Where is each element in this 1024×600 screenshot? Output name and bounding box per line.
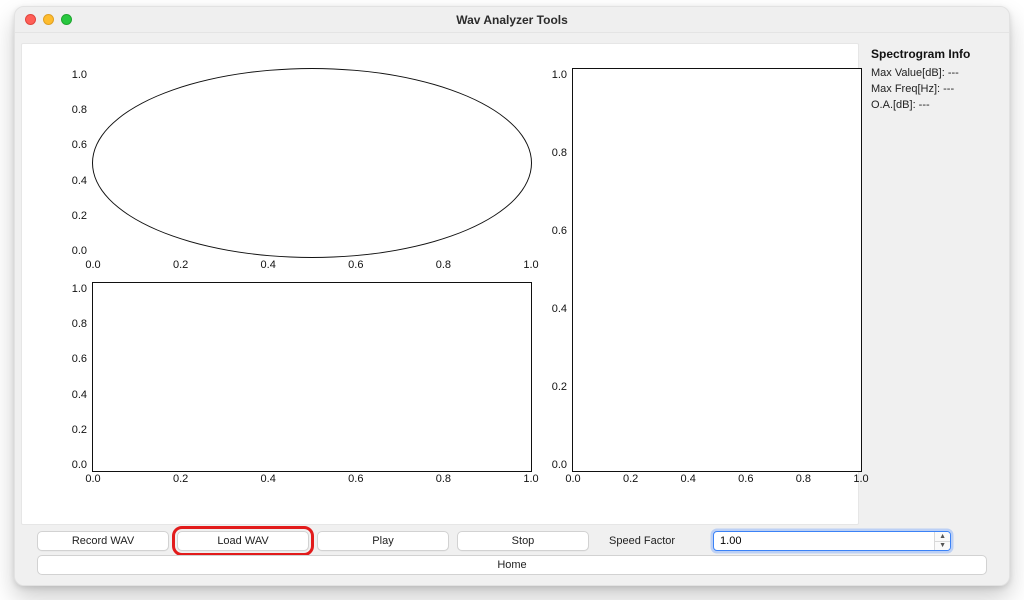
xtick-label: 0.8 — [436, 473, 451, 485]
ytick-label: 0.0 — [552, 459, 567, 471]
ytick-label: 0.0 — [72, 459, 87, 471]
ytick-label: 0.4 — [72, 389, 87, 401]
speed-factor-spinbox[interactable]: ▲ ▼ — [713, 531, 951, 551]
ytick-label: 0.0 — [72, 245, 87, 257]
plot-top-left[interactable]: 1.0 0.8 0.6 0.4 0.2 0.0 0.0 0.2 0.4 0.6 — [92, 68, 532, 258]
xtick-label: 0.8 — [796, 473, 811, 485]
close-icon[interactable] — [25, 14, 36, 25]
xtick-label: 0.6 — [738, 473, 753, 485]
info-max-freq: Max Freq[Hz]: --- — [871, 83, 997, 95]
ytick-label: 0.8 — [72, 318, 87, 330]
ytick-label: 0.6 — [552, 225, 567, 237]
speed-factor-label: Speed Factor — [609, 535, 675, 547]
xtick-label: 0.4 — [681, 473, 696, 485]
footer-row: Home — [15, 555, 1009, 585]
y-axis-ticks: 1.0 0.8 0.6 0.4 0.2 0.0 — [537, 69, 571, 471]
ytick-label: 0.4 — [72, 175, 87, 187]
ytick-label: 0.8 — [72, 104, 87, 116]
info-heading: Spectrogram Info — [871, 47, 997, 61]
play-button[interactable]: Play — [317, 531, 449, 551]
xtick-label: 0.2 — [173, 259, 188, 271]
xtick-label: 0.6 — [348, 473, 363, 485]
titlebar: Wav Analyzer Tools — [15, 7, 1009, 33]
ytick-label: 0.2 — [72, 424, 87, 436]
zoom-icon[interactable] — [61, 14, 72, 25]
xtick-label: 0.8 — [436, 259, 451, 271]
ytick-label: 0.4 — [552, 303, 567, 315]
x-axis-ticks: 0.0 0.2 0.4 0.6 0.8 1.0 — [93, 259, 531, 275]
y-axis-ticks: 1.0 0.8 0.6 0.4 0.2 0.0 — [57, 283, 91, 471]
x-axis-ticks: 0.0 0.2 0.4 0.6 0.8 1.0 — [573, 473, 861, 489]
ytick-label: 1.0 — [72, 69, 87, 81]
ytick-label: 0.2 — [552, 381, 567, 393]
record-wav-button[interactable]: Record WAV — [37, 531, 169, 551]
ytick-label: 1.0 — [552, 69, 567, 81]
xtick-label: 0.4 — [261, 473, 276, 485]
plot-canvas: 1.0 0.8 0.6 0.4 0.2 0.0 0.0 0.2 0.4 0.6 — [21, 43, 859, 525]
xtick-label: 0.2 — [623, 473, 638, 485]
plot-grid: 1.0 0.8 0.6 0.4 0.2 0.0 0.0 0.2 0.4 0.6 — [52, 50, 848, 500]
info-max-value: Max Value[dB]: --- — [871, 67, 997, 79]
controls-row: Record WAV Load WAV Play Stop Speed Fact… — [15, 525, 1009, 555]
traffic-lights — [25, 14, 72, 25]
plot-right[interactable]: 1.0 0.8 0.6 0.4 0.2 0.0 0.0 0.2 0.4 0.6 — [572, 68, 862, 472]
client-area: 1.0 0.8 0.6 0.4 0.2 0.0 0.0 0.2 0.4 0.6 — [15, 33, 1009, 585]
ytick-label: 0.2 — [72, 210, 87, 222]
spin-buttons: ▲ ▼ — [934, 532, 950, 550]
xtick-label: 0.0 — [565, 473, 580, 485]
minimize-icon[interactable] — [43, 14, 54, 25]
ytick-label: 1.0 — [72, 283, 87, 295]
app-window: Wav Analyzer Tools 1.0 0.8 0.6 0.4 0.2 0… — [14, 6, 1010, 586]
ytick-label: 0.8 — [552, 147, 567, 159]
xtick-label: 1.0 — [523, 473, 538, 485]
xtick-label: 0.0 — [85, 259, 100, 271]
main-row: 1.0 0.8 0.6 0.4 0.2 0.0 0.0 0.2 0.4 0.6 — [15, 33, 1009, 525]
x-axis-ticks: 0.0 0.2 0.4 0.6 0.8 1.0 — [93, 473, 531, 489]
xtick-label: 1.0 — [853, 473, 868, 485]
xtick-label: 0.6 — [348, 259, 363, 271]
home-button[interactable]: Home — [37, 555, 987, 575]
window-title: Wav Analyzer Tools — [15, 13, 1009, 27]
ytick-label: 0.6 — [72, 353, 87, 365]
info-oa: O.A.[dB]: --- — [871, 99, 997, 111]
y-axis-ticks: 1.0 0.8 0.6 0.4 0.2 0.0 — [57, 69, 91, 257]
speed-factor-input[interactable] — [714, 532, 934, 550]
spin-up-icon[interactable]: ▲ — [935, 532, 950, 542]
info-panel: Spectrogram Info Max Value[dB]: --- Max … — [865, 43, 1003, 525]
xtick-label: 0.4 — [261, 259, 276, 271]
load-wav-button[interactable]: Load WAV — [177, 531, 309, 551]
spin-down-icon[interactable]: ▼ — [935, 542, 950, 551]
stop-button[interactable]: Stop — [457, 531, 589, 551]
xtick-label: 0.0 — [85, 473, 100, 485]
ytick-label: 0.6 — [72, 139, 87, 151]
plot-bottom-left[interactable]: 1.0 0.8 0.6 0.4 0.2 0.0 0.0 0.2 0.4 0.6 — [92, 282, 532, 472]
xtick-label: 0.2 — [173, 473, 188, 485]
